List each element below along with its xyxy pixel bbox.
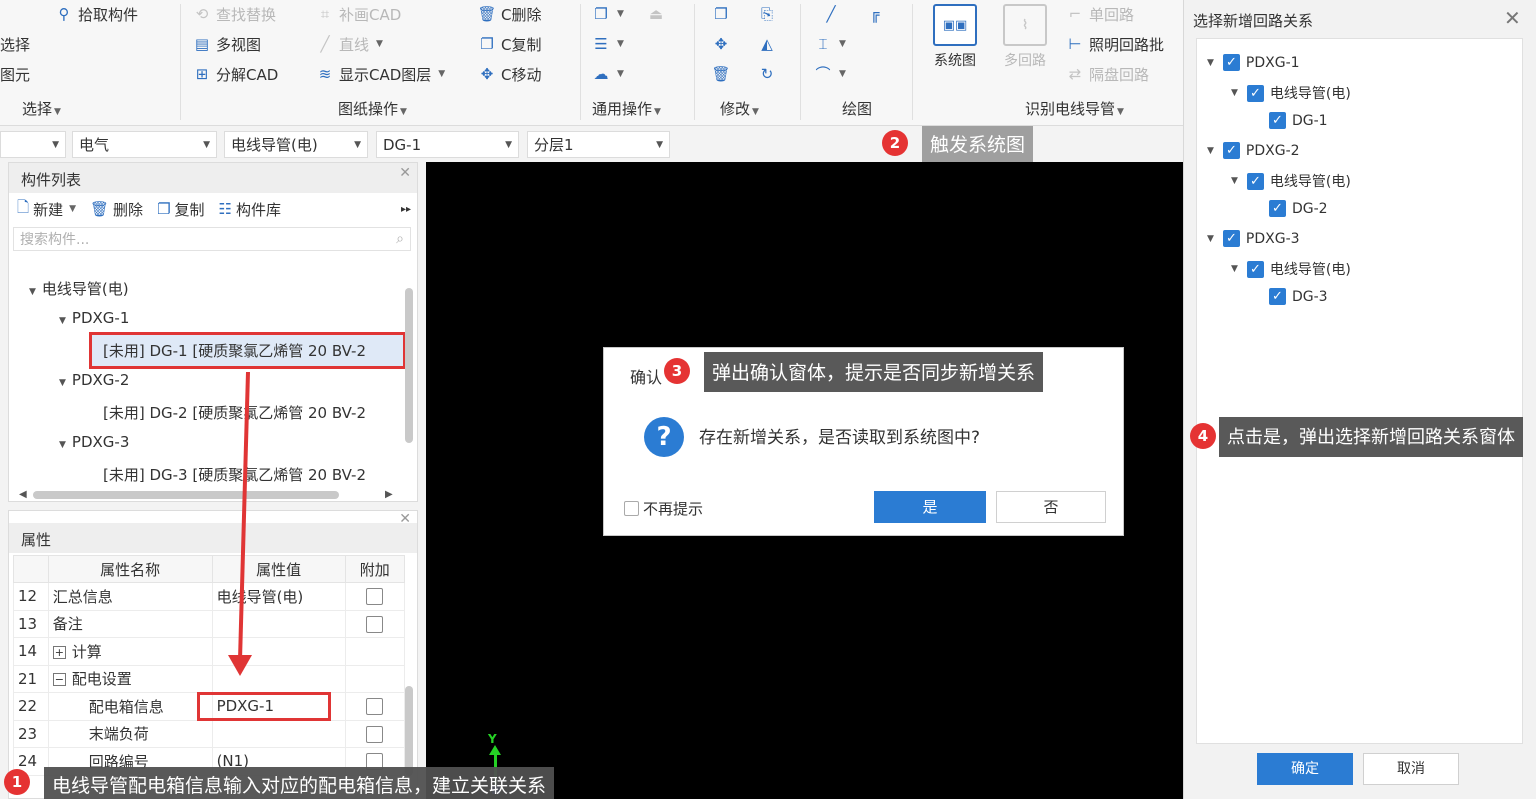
annotation-arrow-line [238,371,250,661]
checkbox-checked-icon[interactable]: ✓ [1246,172,1264,190]
chevron-down-icon: ▼ [1207,145,1214,156]
tree-type-3[interactable]: ▼ ✓ 电线导管(电) [1231,259,1351,279]
panel-title: 选择新增回路关系 [1193,12,1314,30]
annotation-1-number: 1 [4,769,30,795]
chevron-down-icon: ▼ [1231,88,1238,98]
chevron-down-icon: ▼ [1231,264,1238,274]
checkbox-checked-icon[interactable]: ✓ [1222,230,1240,247]
annotation-arrow-head [228,655,252,676]
tree-box-pdxg1[interactable]: ▼ ✓ PDXG-1 [1207,54,1300,71]
annotation-4-number: 4 [1190,423,1216,449]
annotation-2-number: 2 [882,130,908,156]
close-icon[interactable]: ✕ [1504,6,1521,30]
checkbox-checked-icon[interactable]: ✓ [1246,84,1264,102]
checkbox-checked-icon[interactable]: ✓ [1246,260,1264,278]
annotation-3-text: 弹出确认窗体，提示是否同步新增关系 [704,352,1044,392]
tree-conduit-dg3[interactable]: ✓ DG-3 [1269,288,1328,305]
tree-conduit-dg2[interactable]: ✓ DG-2 [1269,200,1328,217]
tree-conduit-dg1[interactable]: ✓ DG-1 [1269,112,1328,129]
tree-type-2[interactable]: ▼ ✓ 电线导管(电) [1231,171,1351,191]
dialog-message: 存在新增关系，是否读取到系统图中? [699,428,981,448]
checkbox-checked-icon[interactable]: ✓ [1222,142,1240,159]
yes-button[interactable]: 是 [874,491,986,523]
no-button[interactable]: 否 [996,491,1106,523]
annotation-1-text: 电线导管配电箱信息输入对应的配电箱信息，建立关联关系 [44,767,555,799]
checkbox-checked-icon[interactable]: ✓ [1222,54,1240,71]
annotation-3-number: 3 [664,358,690,384]
question-icon: ? [644,417,684,457]
annotation-2-text: 触发系统图 [922,126,1034,162]
checkbox[interactable] [624,501,639,516]
no-prompt-checkbox[interactable]: 不再提示 [624,498,703,519]
tree-box-pdxg2[interactable]: ▼ ✓ PDXG-2 [1207,142,1300,159]
checkbox-checked-icon[interactable]: ✓ [1269,200,1286,217]
tree-type-1[interactable]: ▼ ✓ 电线导管(电) [1231,83,1351,103]
ok-button[interactable]: 确定 [1257,753,1353,785]
cancel-button[interactable]: 取消 [1363,753,1459,785]
circuit-tree: ▼ ✓ PDXG-1 ▼ ✓ 电线导管(电) ✓ DG-1 ▼ ✓ PDXG-2 ▼ ✓ 电线导管… [1196,38,1523,744]
checkbox-checked-icon[interactable]: ✓ [1269,288,1286,305]
new-circuit-panel: 选择新增回路关系 ✕ ▼ ✓ PDXG-1 ▼ ✓ 电线导管(电) ✓ DG-1 ▼ ✓ PD… [1183,0,1536,799]
annotation-4-text: 点击是，弹出选择新增回路关系窗体 [1219,417,1523,457]
dialog-title: 确认 [630,368,663,387]
chevron-down-icon: ▼ [1207,57,1214,68]
tree-box-pdxg3[interactable]: ▼ ✓ PDXG-3 [1207,230,1300,247]
chevron-down-icon: ▼ [1207,233,1214,244]
checkbox-checked-icon[interactable]: ✓ [1269,112,1286,129]
chevron-down-icon: ▼ [1231,176,1238,186]
